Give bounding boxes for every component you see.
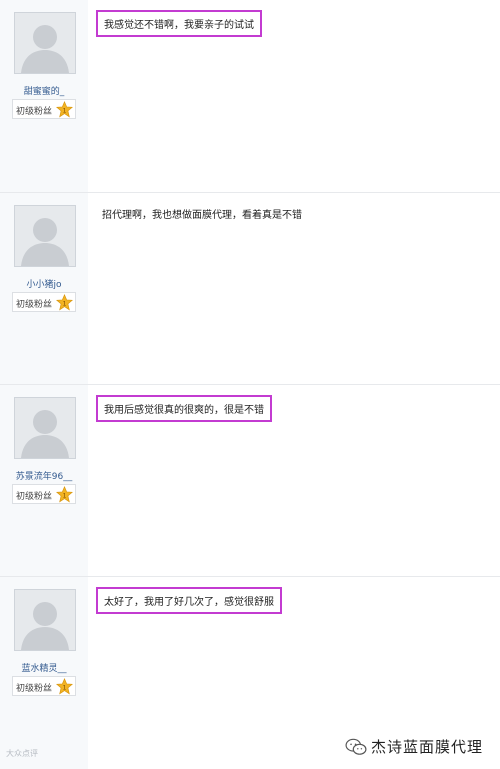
- avatar[interactable]: [14, 205, 76, 267]
- avatar[interactable]: [14, 12, 76, 74]
- avatar[interactable]: [14, 397, 76, 459]
- post-content: [88, 193, 500, 384]
- post-message: 太好了，我用了好几次了，感觉很舒服: [96, 587, 282, 614]
- svg-text:1: 1: [63, 492, 67, 499]
- rank-badge: 初级粉丝 1: [12, 99, 76, 119]
- rank-badge: 初级粉丝 1: [12, 292, 76, 312]
- watermark-text: 杰诗蓝面膜代理: [371, 738, 484, 756]
- username-link[interactable]: 苏景流年96__: [0, 469, 88, 482]
- svg-text:1: 1: [63, 684, 67, 691]
- rank-label: 初级粉丝: [16, 684, 53, 694]
- rank-label: 初级粉丝: [16, 492, 53, 502]
- user-sidebar: 蓝水精灵__ 初级粉丝 1: [0, 577, 88, 769]
- star-badge-icon: 1: [56, 101, 73, 118]
- username-link[interactable]: 小小猪jo: [0, 277, 88, 290]
- default-avatar-icon: [15, 206, 75, 266]
- rank-label: 初级粉丝: [16, 300, 53, 310]
- watermark-left: 大众点评: [6, 749, 38, 758]
- default-avatar-icon: [15, 590, 75, 650]
- username-link[interactable]: 蓝水精灵__: [0, 661, 88, 674]
- post-message: 招代理啊，我也想做面膜代理，看着真是不错: [102, 210, 302, 221]
- post-message: 我感觉还不错啊，我要亲子的试试: [96, 10, 262, 37]
- default-avatar-icon: [15, 13, 75, 73]
- username-link[interactable]: 甜蜜蜜的_: [0, 84, 88, 97]
- star-badge-icon: 1: [56, 678, 73, 695]
- star-badge-icon: 1: [56, 486, 73, 503]
- user-sidebar: 小小猪jo 初级粉丝 1: [0, 193, 88, 384]
- watermark-right: 杰诗蓝面膜代理: [345, 736, 483, 757]
- post-2: 小小猪jo 初级粉丝 1 招代理啊，我也想做面膜代理，看着真是不错: [0, 193, 500, 384]
- rank-badge: 初级粉丝 1: [12, 484, 76, 504]
- avatar[interactable]: [14, 589, 76, 651]
- svg-text:1: 1: [63, 107, 67, 114]
- post-message: 我用后感觉很真的很爽的，很是不错: [96, 395, 272, 422]
- wechat-icon: [345, 738, 367, 755]
- rank-label: 初级粉丝: [16, 107, 53, 117]
- rank-badge: 初级粉丝 1: [12, 676, 76, 696]
- default-avatar-icon: [15, 398, 75, 458]
- user-sidebar: 甜蜜蜜的_ 初级粉丝 1: [0, 0, 88, 192]
- star-badge-icon: 1: [56, 294, 73, 311]
- post-3: 苏景流年96__ 初级粉丝 1 我用后感觉很真的很爽的，很是不错: [0, 385, 500, 576]
- svg-text:1: 1: [63, 300, 67, 307]
- post-1: 甜蜜蜜的_ 初级粉丝 1 我感觉还不错啊，我要亲子的试试: [0, 0, 500, 192]
- user-sidebar: 苏景流年96__ 初级粉丝 1: [0, 385, 88, 576]
